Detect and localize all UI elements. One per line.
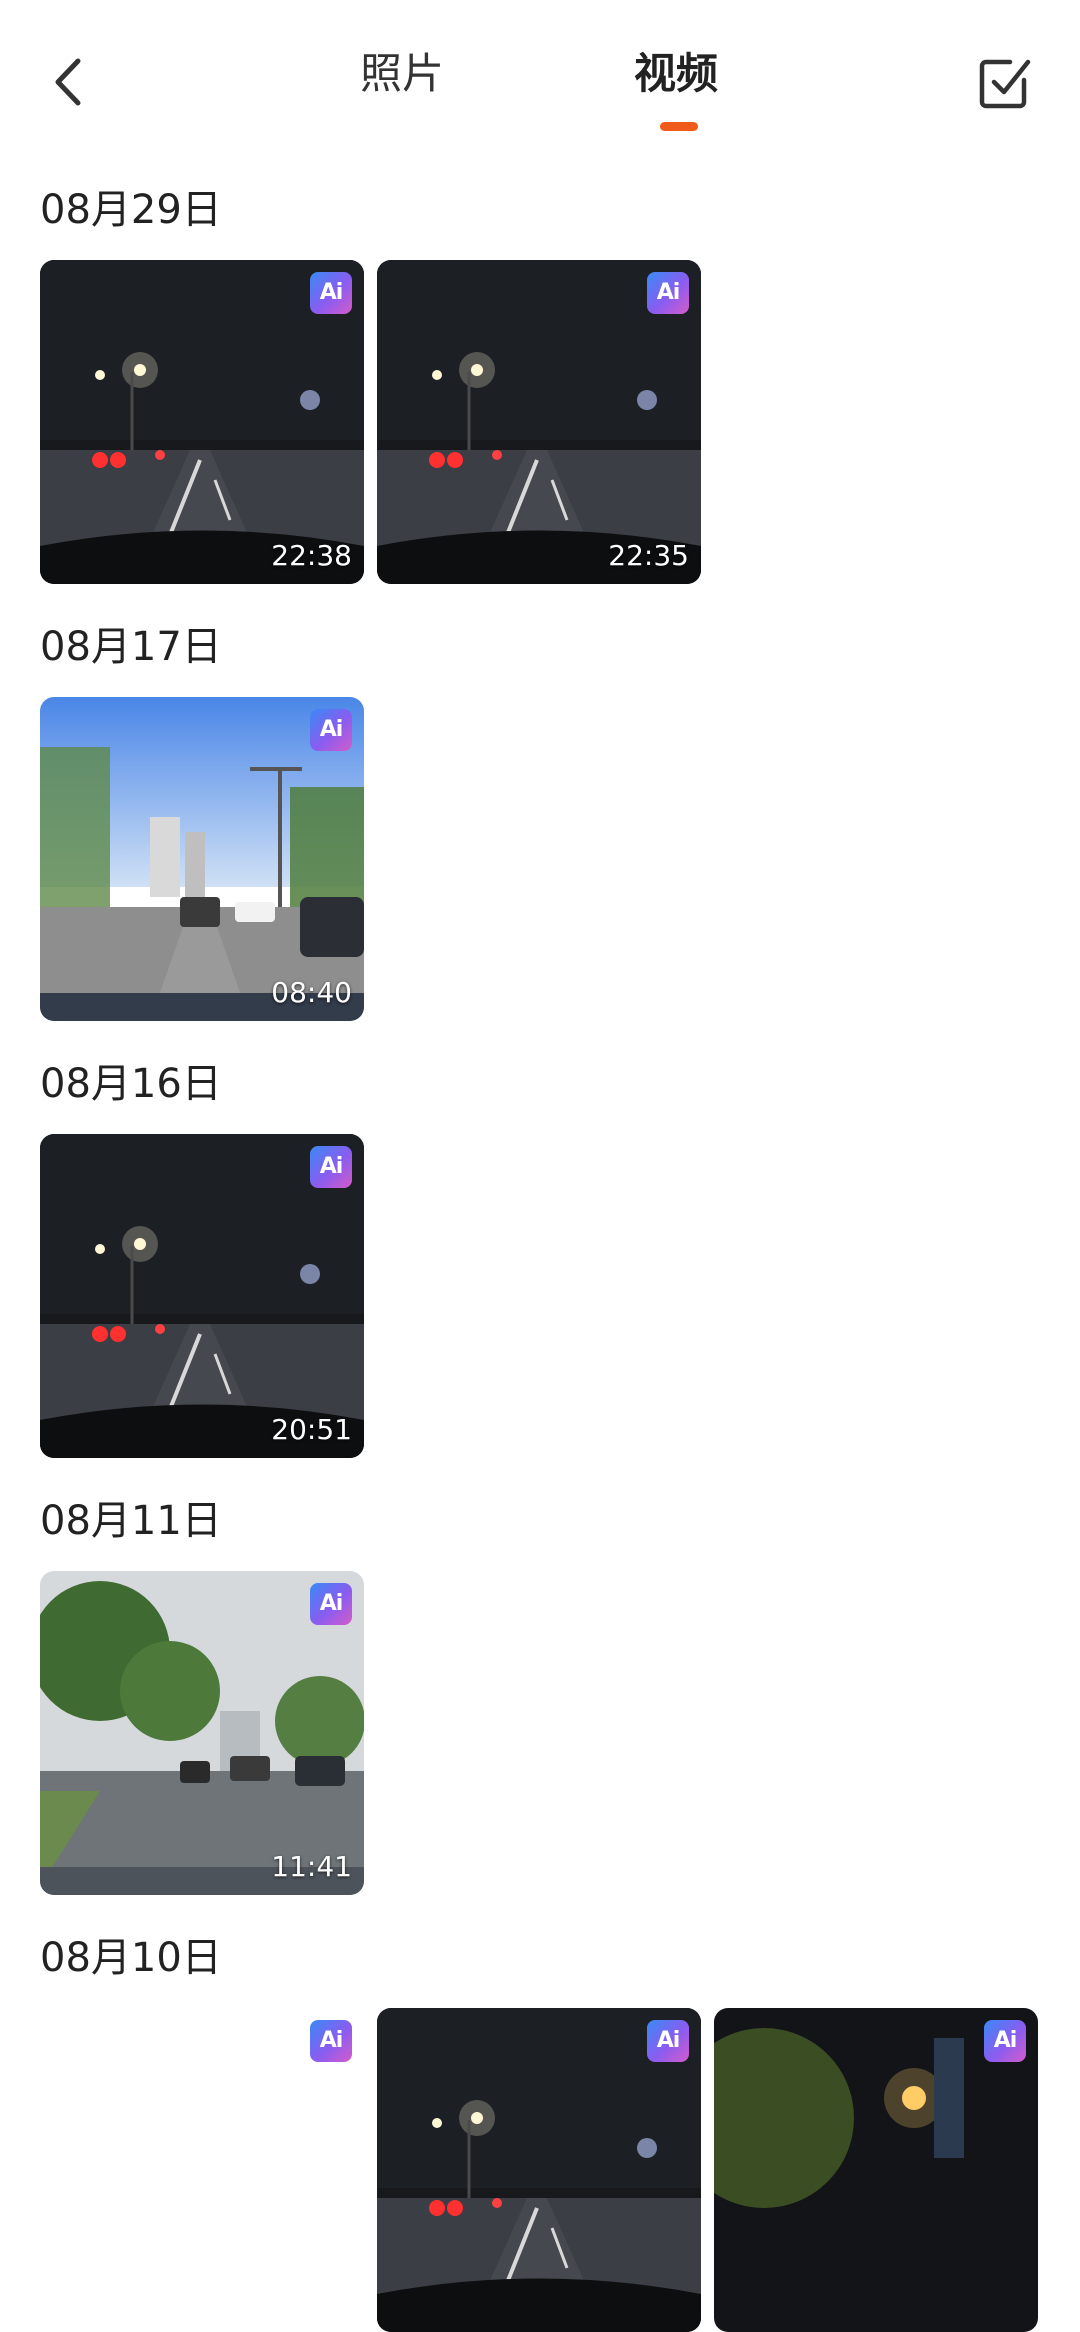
video-thumbnail[interactable]: Ai 22:38 [40, 260, 364, 584]
video-thumbnail[interactable]: Ai 20:51 [40, 1134, 364, 1458]
ai-badge-icon: Ai [310, 272, 352, 314]
ai-badge-icon: Ai [310, 1146, 352, 1188]
date-group: 08月10日 Ai Ai Ai [40, 1928, 1060, 2332]
thumbnail-row: Ai 08:40 [40, 697, 1060, 1021]
ai-badge-icon: Ai [647, 2020, 689, 2062]
thumbnail-row: Ai 11:41 [40, 1571, 1060, 1895]
tab-photos[interactable]: 照片 [360, 44, 444, 104]
ai-badge-icon: Ai [310, 709, 352, 751]
ai-badge-icon: Ai [310, 2020, 352, 2062]
date-group: 08月17日 Ai 08:40 [40, 617, 1060, 1021]
checkbox-check-icon [979, 59, 1031, 109]
back-button[interactable] [40, 44, 100, 114]
thumbnail-row: Ai 20:51 [40, 1134, 1060, 1458]
date-group: 08月11日 Ai 11:41 [40, 1491, 1060, 1895]
date-label: 08月17日 [40, 624, 222, 670]
top-bar: 照片 视频 [0, 0, 1080, 150]
thumbnail-row: Ai 22:38 Ai 22:35 [40, 260, 1060, 584]
video-time: 08:40 [271, 976, 352, 1009]
date-label: 08月11日 [40, 1498, 222, 1544]
thumbnail-row: Ai Ai Ai [40, 2008, 1060, 2332]
video-thumbnail[interactable]: Ai [40, 2008, 364, 2332]
date-label: 08月16日 [40, 1061, 222, 1107]
video-thumbnail[interactable]: Ai 08:40 [40, 697, 364, 1021]
video-time: 20:51 [271, 1413, 352, 1446]
video-thumbnail[interactable]: Ai 22:35 [377, 260, 701, 584]
select-mode-button[interactable] [976, 52, 1036, 112]
date-group: 08月29日 Ai 22:38 Ai 22:35 [40, 180, 1060, 584]
video-time: 11:41 [271, 1850, 352, 1883]
active-tab-indicator [660, 122, 698, 131]
chevron-left-icon [55, 58, 81, 106]
date-group: 08月16日 Ai 20:51 [40, 1054, 1060, 1458]
ai-badge-icon: Ai [647, 272, 689, 314]
date-label: 08月29日 [40, 187, 222, 233]
video-thumbnail[interactable]: Ai [377, 2008, 701, 2332]
tab-videos[interactable]: 视频 [634, 44, 718, 104]
video-time: 22:35 [608, 539, 689, 572]
ai-badge-icon: Ai [310, 1583, 352, 1625]
video-time: 22:38 [271, 539, 352, 572]
date-label: 08月10日 [40, 1935, 222, 1981]
ai-badge-icon: Ai [984, 2020, 1026, 2062]
video-thumbnail[interactable]: Ai 11:41 [40, 1571, 364, 1895]
video-thumbnail[interactable]: Ai [714, 2008, 1038, 2332]
